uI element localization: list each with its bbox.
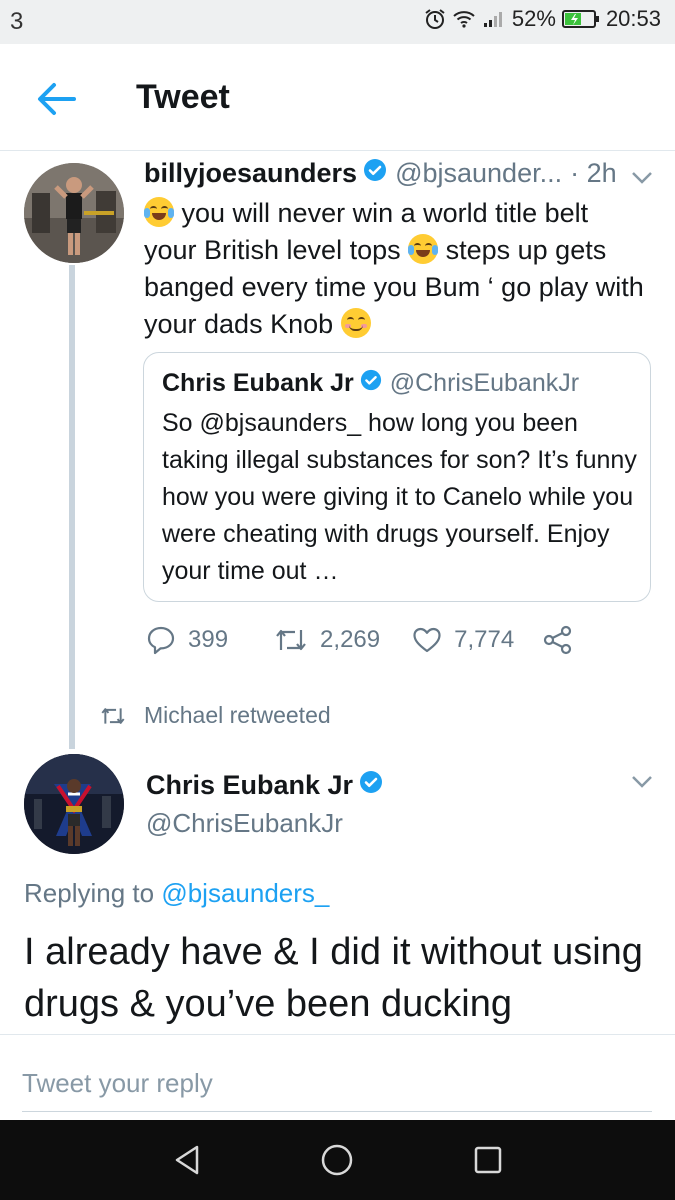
verified-badge-icon xyxy=(359,770,383,801)
back-button[interactable] xyxy=(34,80,78,118)
status-bar: 3 52% 20:53 xyxy=(0,0,675,44)
main-tweet-header: Chris Eubank Jr xyxy=(146,770,391,801)
like-count: 7,774 xyxy=(454,626,515,653)
face-with-tears-of-joy-icon xyxy=(408,234,439,264)
share-icon xyxy=(544,625,572,655)
chevron-down-icon xyxy=(632,776,652,788)
home-circle-icon xyxy=(321,1144,353,1176)
quoted-author-name: Chris Eubank Jr xyxy=(162,369,354,397)
page-title: Tweet xyxy=(136,78,230,116)
smiling-face-icon xyxy=(340,308,371,338)
quoted-author-handle: @ChrisEubankJr xyxy=(389,369,580,397)
author-handle: @bjsaunder... xyxy=(395,158,563,188)
retweet-count: 2,269 xyxy=(320,626,381,653)
face-with-tears-of-joy-icon xyxy=(144,197,174,227)
main-tweet-text: I already have & I did it without using … xyxy=(24,931,643,1025)
battery-icon xyxy=(561,9,600,29)
avatar-chris-eubank-jr[interactable] xyxy=(24,754,124,854)
avatar-billyjoesaunders[interactable] xyxy=(24,163,124,263)
share-button[interactable] xyxy=(542,625,574,655)
nav-back-button[interactable] xyxy=(170,1142,206,1178)
notification-count: 3 xyxy=(10,8,24,35)
retweeted-by-note: Michael retweeted xyxy=(100,702,331,729)
verified-badge-icon xyxy=(360,369,382,398)
tweet-text: you will never win a world title belt yo… xyxy=(144,195,644,343)
main-author-name[interactable]: Chris Eubank Jr xyxy=(146,770,353,801)
replying-to-prefix: Replying to xyxy=(24,878,162,908)
replying-to: Replying to @bjsaunders_ xyxy=(24,878,329,909)
system-nav-bar xyxy=(0,1120,675,1200)
quoted-tweet-header: Chris Eubank Jr @ChrisEubankJr xyxy=(162,369,579,398)
like-button[interactable]: 7,774 xyxy=(412,626,514,654)
battery-percent: 52% xyxy=(511,6,556,31)
tweet-actions: 399 2,269 7,774 xyxy=(146,625,574,655)
clock: 20:53 xyxy=(605,6,661,31)
author-name[interactable]: billyjoesaunders xyxy=(144,158,357,189)
wifi-icon xyxy=(452,9,476,29)
main-author-handle: @ChrisEubankJr xyxy=(146,808,343,838)
reply-icon xyxy=(147,626,175,655)
back-triangle-icon xyxy=(175,1145,199,1175)
reply-button[interactable]: 399 xyxy=(146,625,228,655)
alarm-icon xyxy=(424,8,446,30)
nav-recents-button[interactable] xyxy=(470,1142,506,1178)
retweet-button[interactable]: 2,269 xyxy=(274,626,380,654)
heart-icon xyxy=(413,627,441,653)
verified-badge-icon xyxy=(363,158,387,189)
nav-home-button[interactable] xyxy=(319,1142,355,1178)
retweet-icon xyxy=(101,707,125,724)
chevron-down-icon xyxy=(632,172,652,184)
tweet-time: · 2h xyxy=(570,158,617,188)
replying-to-link[interactable]: @bjsaunders_ xyxy=(161,878,329,908)
top-bar: Tweet xyxy=(0,44,675,151)
reply-bar xyxy=(0,1034,675,1121)
tweet-menu-button[interactable] xyxy=(630,170,654,186)
tweet-header: billyjoesaunders @bjsaunder... · 2h xyxy=(144,158,617,189)
reply-count: 399 xyxy=(188,626,229,653)
recents-square-icon xyxy=(474,1146,502,1174)
retweeted-by-text: Michael retweeted xyxy=(144,702,331,728)
quoted-tweet-text: So @bjsaunders_ how long you been taking… xyxy=(162,409,637,585)
quoted-tweet-card[interactable]: Chris Eubank Jr @ChrisEubankJr So @bjsau… xyxy=(143,352,651,602)
arrow-left-icon xyxy=(38,83,76,115)
reply-input[interactable] xyxy=(22,1055,652,1112)
main-tweet-menu-button[interactable] xyxy=(630,774,654,790)
signal-icon xyxy=(482,9,506,29)
retweet-icon xyxy=(276,629,306,651)
thread-line xyxy=(69,265,75,749)
